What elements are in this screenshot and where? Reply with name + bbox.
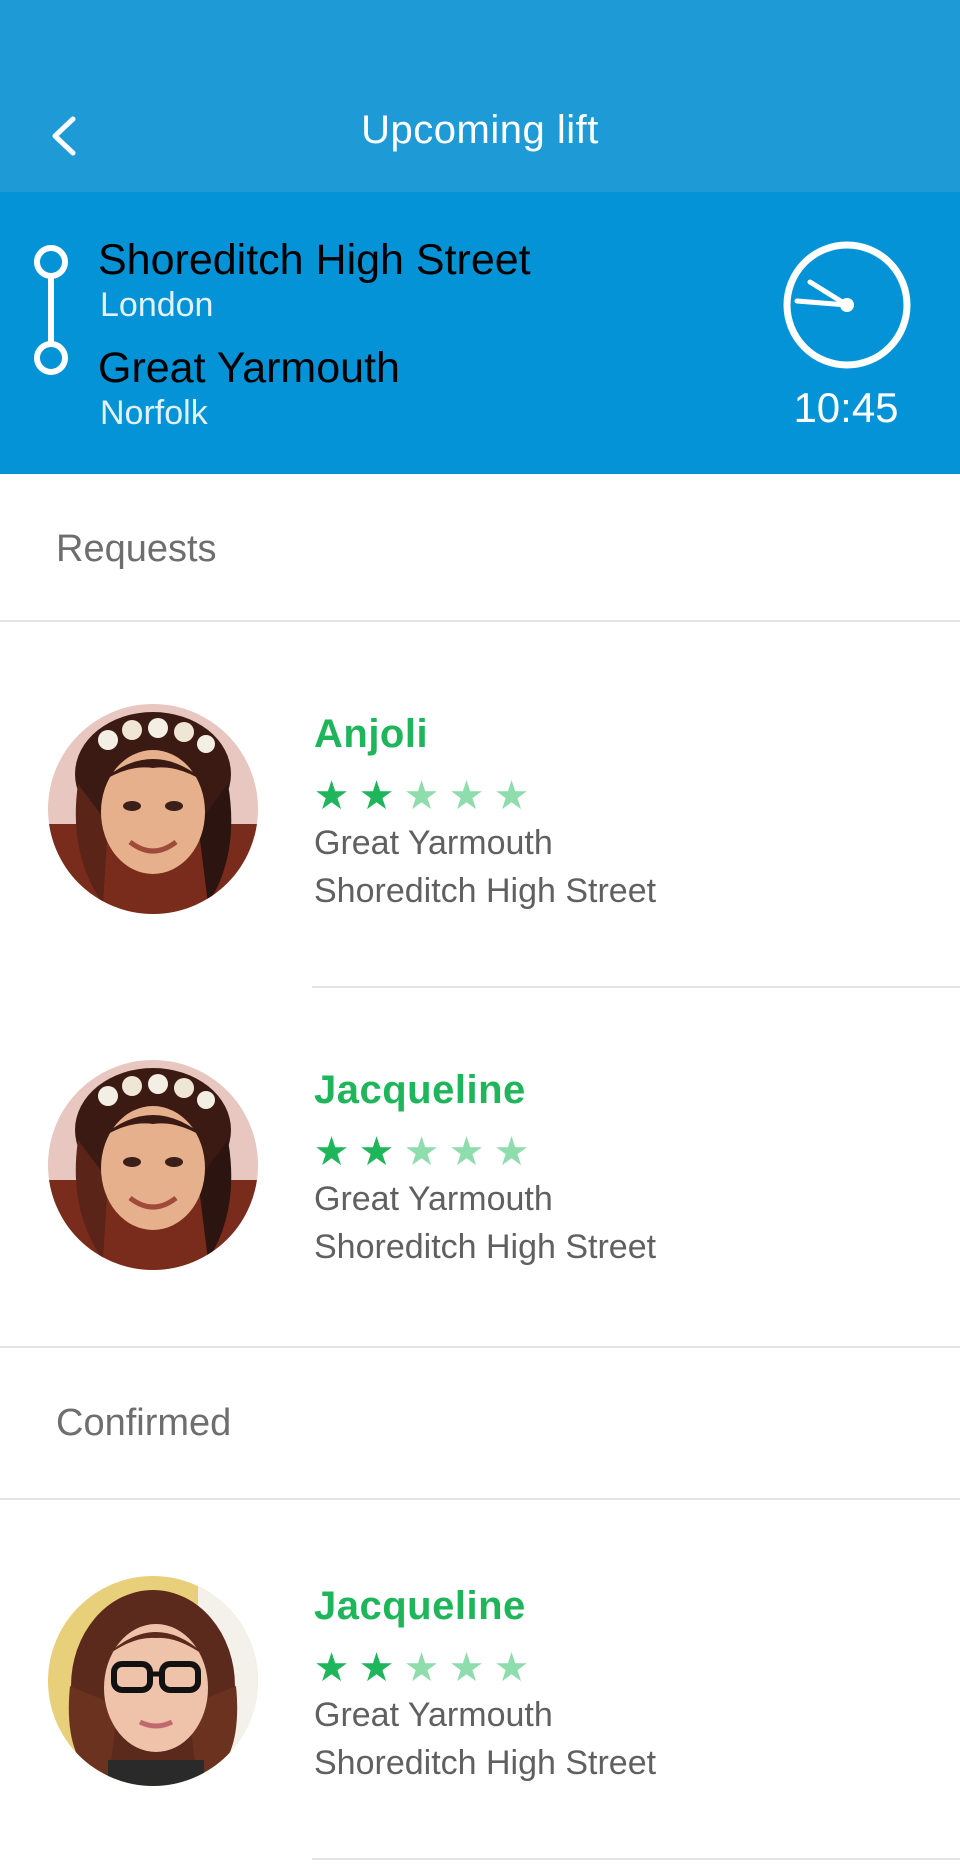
rider-name: Jacqueline [314,1584,526,1628]
star-icon: ★ [448,1646,485,1690]
star-icon: ★ [313,1646,350,1690]
rider-to: Shoreditch High Street [314,1744,657,1782]
star-icon: ★ [403,1646,440,1690]
origin-area: London [100,286,214,324]
star-icon: ★ [448,774,485,818]
rider-from: Great Yarmouth [314,1696,553,1734]
star-icon: ★ [493,1130,530,1174]
page-title: Upcoming lift [361,108,599,152]
requests-heading: Requests [56,528,217,570]
confirmed-item[interactable]: Jacqueline ★ ★ ★ ★ ★ Great Yarmouth Shor… [0,1552,960,1812]
star-icon: ★ [358,1646,395,1690]
request-item[interactable]: Anjoli ★ ★ ★ ★ ★ Great Yarmouth Shoredit… [0,680,960,940]
app-bar: Upcoming lift [0,0,960,192]
rider-from: Great Yarmouth [314,1180,553,1218]
star-icon: ★ [493,774,530,818]
avatar [48,1060,258,1270]
rating-stars: ★ ★ ★ ★ ★ [312,1648,531,1688]
origin-name: Shoreditch High Street [98,236,531,284]
star-icon: ★ [403,774,440,818]
clock-icon [783,241,911,369]
avatar [48,1576,258,1786]
rider-to: Shoreditch High Street [314,1228,657,1266]
star-icon: ★ [358,774,395,818]
confirmed-heading: Confirmed [56,1402,232,1444]
rider-to: Shoreditch High Street [314,872,657,910]
rating-stars: ★ ★ ★ ★ ★ [312,776,531,816]
star-icon: ★ [313,774,350,818]
star-icon: ★ [403,1130,440,1174]
divider [0,620,960,622]
destination-area: Norfolk [100,394,208,432]
star-icon: ★ [313,1130,350,1174]
destination-name: Great Yarmouth [98,344,400,392]
star-icon: ★ [493,1646,530,1690]
divider [312,986,960,988]
request-item[interactable]: Jacqueline ★ ★ ★ ★ ★ Great Yarmouth Shor… [0,1036,960,1296]
route-line-icon [34,245,68,375]
rider-from: Great Yarmouth [314,824,553,862]
departure-time: 10:45 [793,384,899,431]
avatar [48,704,258,914]
rating-stars: ★ ★ ★ ★ ★ [312,1132,531,1172]
star-icon: ★ [448,1130,485,1174]
rider-name: Anjoli [314,712,429,756]
rider-name: Jacqueline [314,1068,526,1112]
divider [0,1498,960,1500]
divider [312,1858,960,1860]
divider [0,1346,960,1348]
star-icon: ★ [358,1130,395,1174]
